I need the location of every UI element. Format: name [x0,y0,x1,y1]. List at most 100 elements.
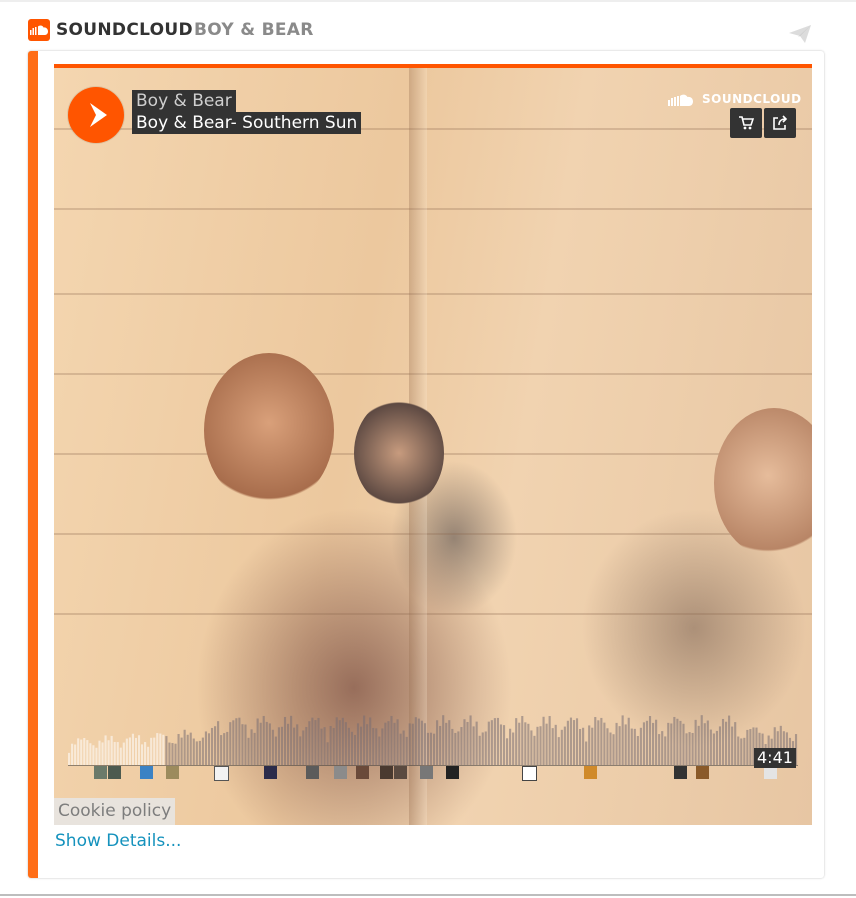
waveform-bar [426,732,430,765]
timed-comment-avatar[interactable] [674,766,687,779]
waveform-bar [314,720,317,765]
waveform-bar [493,718,496,765]
waveform-bar [171,743,174,765]
play-button[interactable] [68,87,124,143]
waveform-bar [636,736,639,765]
waveform-bar [478,735,481,765]
waveform-bar [156,733,159,765]
timed-comment-avatar[interactable] [696,766,709,779]
waveform-bar [429,732,433,765]
artist-name[interactable]: BOY & BEAR [194,20,314,40]
waveform-bar [457,731,460,765]
timed-comment-avatar[interactable] [214,766,229,781]
waveform-bar [232,720,235,765]
timed-comment-avatar[interactable] [94,766,107,779]
timed-comment-avatar[interactable] [584,766,597,779]
waveform-bar [101,742,104,765]
track-title[interactable]: Boy & Bear- Southern Sun [132,112,362,134]
waveform-bar [107,740,110,765]
waveform-bar [515,718,518,765]
waveform-bar [77,738,80,765]
waveform-bar [560,729,563,765]
timed-comment-avatar[interactable] [522,766,537,781]
waveform-bar [180,737,183,765]
timed-comment-avatar[interactable] [306,766,319,779]
waveform-bar [247,737,250,765]
waveform-bar [262,715,265,765]
timed-comment-avatar[interactable] [356,766,369,779]
waveform-bar [332,727,335,765]
waveform-bar [347,727,350,765]
wall-plank [54,208,812,210]
waveform-bar [442,715,445,765]
waveform-bar [396,719,399,765]
waveform-bar [134,737,138,765]
wall-plank [54,613,812,615]
timed-comment-avatar[interactable] [140,766,153,779]
timed-comment-avatar[interactable] [108,766,121,779]
waveform-bar [746,729,749,765]
waveform-bar [390,715,393,765]
waveform-bar [204,731,208,765]
timed-comment-avatar[interactable] [264,766,277,779]
waveform-bar [728,715,731,765]
cookie-policy-link[interactable]: Cookie policy [54,798,176,825]
waveform-bar [679,720,682,765]
waveform-bar [177,733,180,765]
waveform-bar [670,723,673,765]
waveform-bar [387,721,390,765]
track-artist[interactable]: Boy & Bear [132,90,236,112]
waveform-bar [469,715,472,765]
waveform-bar [220,735,223,765]
waveform-bar [308,721,311,765]
timed-comment-avatar[interactable] [166,766,179,779]
play-icon [90,103,107,127]
waveform-bar [141,744,144,765]
waveform-bar [624,724,627,765]
waveform-bar [402,730,405,765]
waveform-bar [344,722,347,765]
waveform-bar [506,738,509,765]
waveform-bar [566,720,569,765]
waveform-bar [569,717,573,765]
waveform-bar [536,726,539,765]
buy-button[interactable] [730,108,762,138]
show-details-link[interactable]: Show Details... [55,831,181,851]
waveform-bar [366,724,369,765]
waveform-bar [639,727,642,765]
timed-comment-avatar[interactable] [334,766,347,779]
timed-comment-avatar[interactable] [420,766,433,779]
waveform-bar [633,728,636,765]
waveform-bar [393,722,396,765]
waveform-bar [530,730,533,765]
waveform-bar [356,723,360,765]
waveform-bar [512,732,515,765]
waveform-bar [682,723,685,765]
waveform-bar [454,732,457,765]
waveform-bar [664,736,667,765]
timed-comment-avatar[interactable] [380,766,393,779]
waveform-bar [661,731,664,765]
waveform-bar [153,737,156,765]
waveform-bar [551,728,554,765]
waveform-bar [718,726,722,765]
waveform-bar [487,721,490,765]
top-divider [0,0,856,2]
timed-comment-avatar[interactable] [446,766,459,779]
waveform-bar [712,733,715,765]
send-icon[interactable] [788,24,812,48]
share-button[interactable] [764,108,796,138]
waveform-bar [296,724,299,765]
waveform-bar [341,717,344,765]
waveform-bar [92,745,95,765]
waveform-bar [335,717,338,765]
waveform-bar [445,722,448,765]
waveform-bar [74,744,77,765]
waveform-bar [384,722,387,765]
timed-comment-avatar[interactable] [394,766,407,779]
waveform-bar [162,734,165,765]
waveform[interactable] [68,698,798,770]
waveform-bar [420,720,423,765]
waveform-bar [238,717,241,765]
brand-name[interactable]: SOUNDCLOUD [56,20,193,40]
